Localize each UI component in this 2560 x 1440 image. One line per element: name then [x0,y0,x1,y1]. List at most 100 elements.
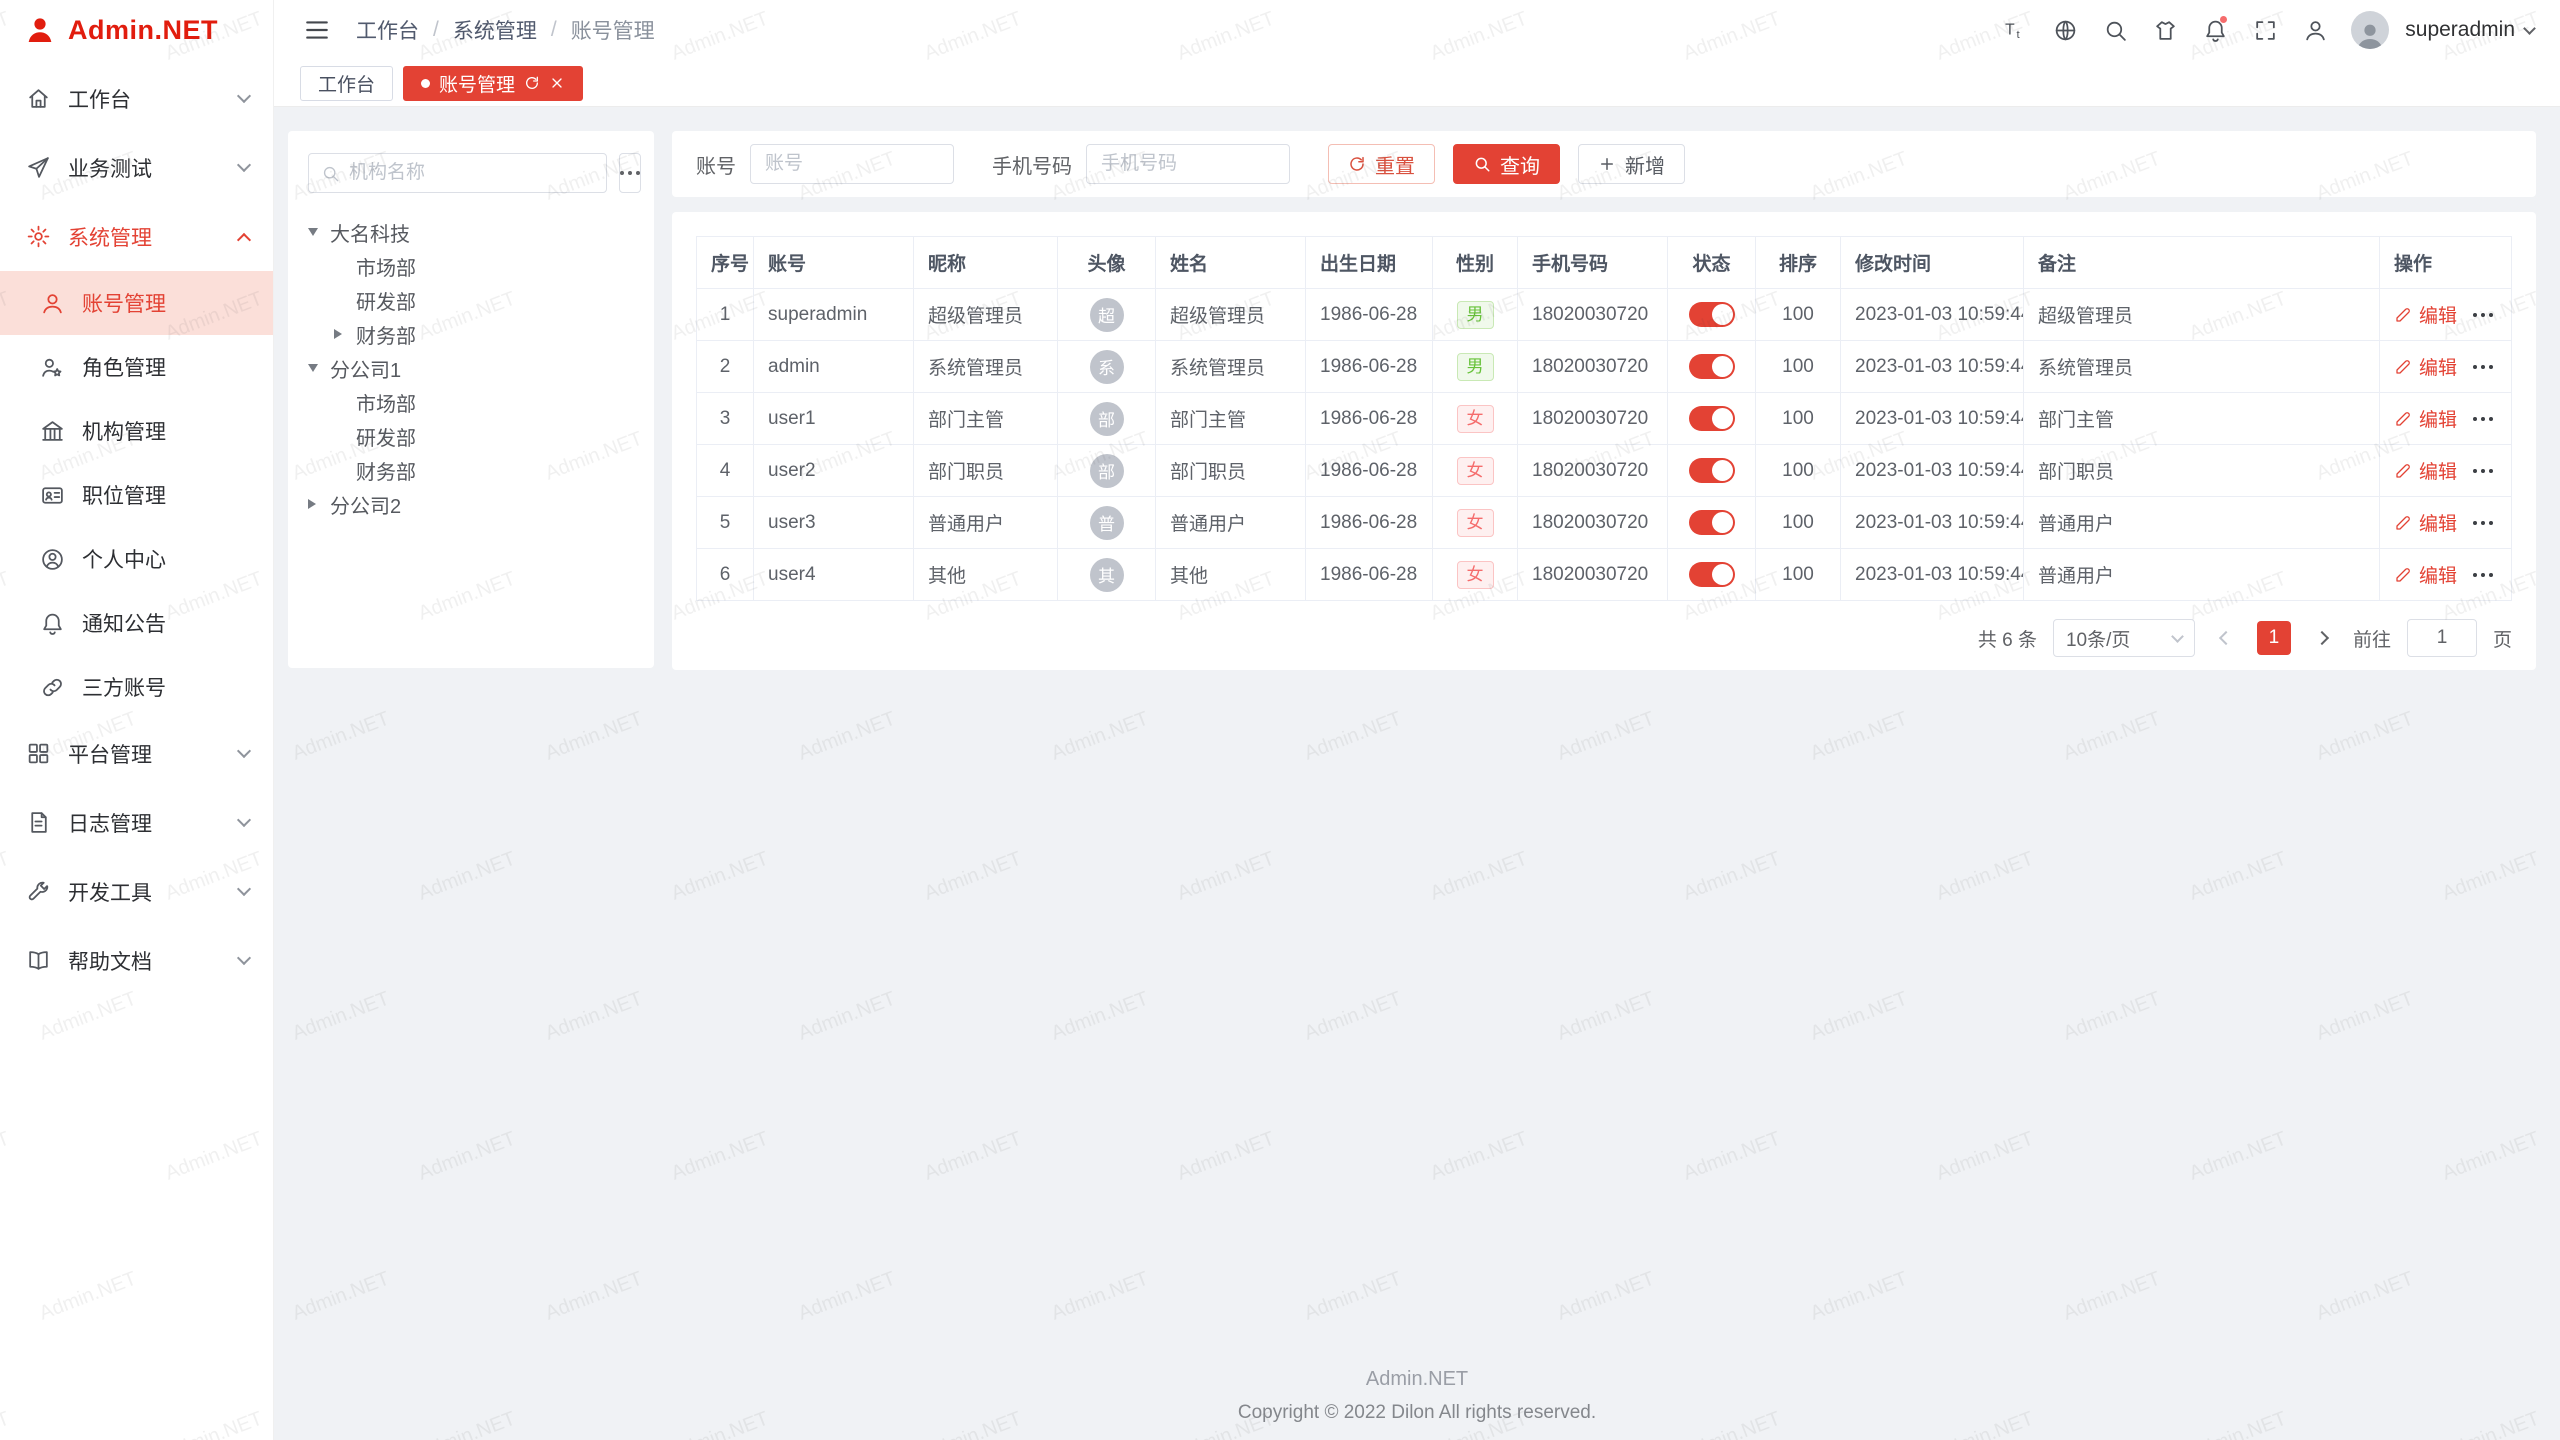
notification-button[interactable] [2193,8,2237,52]
add-button[interactable]: 新增 [1578,144,1685,184]
page-footer: Admin.NET Copyright © 2022 Dilon All rig… [274,1368,2560,1424]
gender-tag: 女 [1457,561,1494,589]
breadcrumb-item-current: 账号管理 [571,15,655,45]
goto-page-input[interactable] [2407,619,2477,657]
column-header-index: 序号 [697,237,754,289]
edit-button[interactable]: 编辑 [2394,509,2457,536]
cell-remark: 普通用户 [2024,497,2380,549]
reset-button[interactable]: 重置 [1328,144,1435,184]
sidebar-item-log-management[interactable]: 日志管理 [0,788,273,857]
edit-icon [2394,306,2412,324]
tree-node[interactable]: 市场部 [308,385,634,419]
organization-icon [40,419,65,444]
edit-button[interactable]: 编辑 [2394,457,2457,484]
tree-node[interactable]: 分公司1 [308,351,634,385]
status-toggle[interactable] [1689,562,1735,587]
tab-workbench[interactable]: 工作台 [300,66,393,101]
tree-node[interactable]: 财务部 [308,317,634,351]
cell-remark: 普通用户 [2024,549,2380,601]
locale-button[interactable] [2043,8,2087,52]
edit-button[interactable]: 编辑 [2394,405,2457,432]
app-logo[interactable]: Admin.NET [0,0,273,60]
tree-more-button[interactable] [619,153,641,193]
theme-icon [2153,18,2178,43]
refresh-icon[interactable] [524,75,540,91]
cell-sort: 100 [1756,549,1841,601]
theme-button[interactable] [2143,8,2187,52]
table-row: 6user4其他其其他1986-06-28女180200307201002023… [697,549,2512,601]
organization-tree: 大名科技 市场部 研发部 财务部 分公司1 市场部 研发部 财务部 分公司2 [308,215,634,521]
cell-phone: 18020030720 [1518,497,1668,549]
org-search-input[interactable] [349,162,594,184]
sidebar-item-notice-announcement[interactable]: 通知公告 [0,591,273,655]
role-icon [40,355,65,380]
status-toggle[interactable] [1689,510,1735,535]
tree-node[interactable]: 市场部 [308,249,634,283]
more-actions-button[interactable] [2473,417,2493,421]
cell-name: 其他 [1156,549,1306,601]
account-input[interactable] [750,144,954,184]
edit-button[interactable]: 编辑 [2394,561,2457,588]
phone-input[interactable] [1086,144,1290,184]
sidebar-item-workbench[interactable]: 工作台 [0,64,273,133]
search-button[interactable]: 查询 [1453,144,1560,184]
font-size-button[interactable]: Tt [1993,8,2037,52]
cell-name: 部门职员 [1156,445,1306,497]
sidebar-item-account-management[interactable]: 账号管理 [0,271,273,335]
tree-node[interactable]: 研发部 [308,283,634,317]
sidebar-item-label: 平台管理 [68,739,222,769]
reset-button-label: 重置 [1375,150,1415,179]
edit-button[interactable]: 编辑 [2394,353,2457,380]
sidebar-item-platform-management[interactable]: 平台管理 [0,719,273,788]
page-size-select[interactable]: 10条/页 [2053,619,2195,657]
username[interactable]: superadmin [2405,18,2515,42]
sidebar-item-role-management[interactable]: 角色管理 [0,335,273,399]
sidebar-item-system-management[interactable]: 系统管理 [0,202,273,271]
tree-node[interactable]: 分公司2 [308,487,634,521]
profile-button[interactable] [2293,8,2337,52]
more-actions-button[interactable] [2473,573,2493,577]
menu-collapse-button[interactable] [300,13,334,47]
cell-nickname: 部门职员 [914,445,1058,497]
close-icon[interactable] [549,75,565,91]
status-toggle[interactable] [1689,354,1735,379]
sidebar-item-third-party-account[interactable]: 三方账号 [0,655,273,719]
sidebar-item-position-management[interactable]: 职位管理 [0,463,273,527]
more-actions-button[interactable] [2473,365,2493,369]
tab-account-management[interactable]: 账号管理 [403,66,583,101]
sidebar-item-help-docs[interactable]: 帮助文档 [0,926,273,995]
cell-remark: 部门职员 [2024,445,2380,497]
sidebar-item-business-test[interactable]: 业务测试 [0,133,273,202]
more-actions-button[interactable] [2473,469,2493,473]
caret-right-icon [334,329,342,339]
table-row: 4user2部门职员部部门职员1986-06-28女18020030720100… [697,445,2512,497]
user-icon [40,291,65,316]
more-actions-button[interactable] [2473,313,2493,317]
add-button-label: 新增 [1625,150,1665,179]
next-page-button[interactable] [2307,621,2337,655]
status-toggle[interactable] [1689,406,1735,431]
previous-page-button[interactable] [2211,621,2241,655]
more-actions-button[interactable] [2473,521,2493,525]
status-toggle[interactable] [1689,302,1735,327]
sidebar-item-personal-center[interactable]: 个人中心 [0,527,273,591]
tree-node[interactable]: 大名科技 [308,215,634,249]
global-search-button[interactable] [2093,8,2137,52]
chevron-down-icon[interactable] [2523,22,2536,35]
page-number-current[interactable]: 1 [2257,621,2291,655]
cell-nickname: 普通用户 [914,497,1058,549]
chevron-down-icon [237,882,251,896]
sidebar-item-dev-tools[interactable]: 开发工具 [0,857,273,926]
tree-node[interactable]: 研发部 [308,419,634,453]
gender-tag: 男 [1457,301,1494,329]
breadcrumb-item[interactable]: 系统管理 [453,15,537,45]
sidebar-item-organization-management[interactable]: 机构管理 [0,399,273,463]
fullscreen-button[interactable] [2243,8,2287,52]
edit-button[interactable]: 编辑 [2394,301,2457,328]
search-icon [321,164,340,183]
status-toggle[interactable] [1689,458,1735,483]
cell-sort: 100 [1756,497,1841,549]
user-avatar[interactable] [2351,11,2389,49]
tree-node[interactable]: 财务部 [308,453,634,487]
breadcrumb-item[interactable]: 工作台 [356,15,419,45]
